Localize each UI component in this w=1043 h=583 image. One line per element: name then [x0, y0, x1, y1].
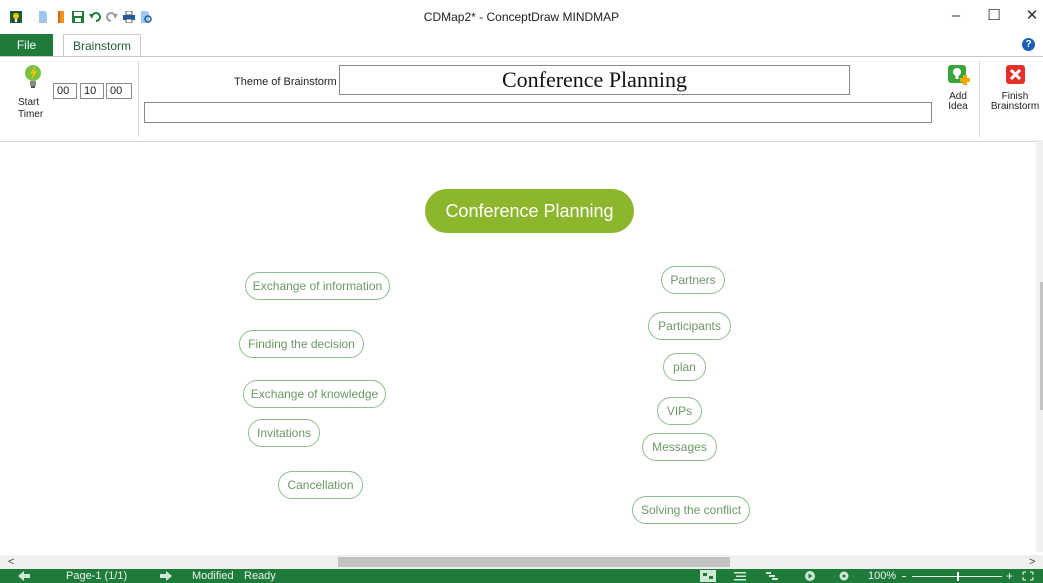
main-topic[interactable]: Conference Planning [425, 189, 634, 233]
idea-input[interactable] [144, 102, 932, 123]
next-page-icon[interactable] [160, 571, 172, 581]
timer-hours-field[interactable]: 00 [53, 83, 77, 99]
modified-status: Modified [192, 570, 234, 582]
horizontal-scrollbar[interactable]: < > [0, 555, 1043, 569]
horizontal-scroll-thumb[interactable] [338, 557, 730, 567]
start-timer-label-2: Timer [18, 109, 44, 120]
idea-node[interactable]: Participants [648, 312, 731, 340]
idea-node[interactable]: Invitations [248, 419, 320, 447]
start-timer-label-1: Start [18, 97, 40, 108]
fit-page-icon[interactable] [1022, 571, 1034, 581]
map-view-icon[interactable] [700, 570, 716, 582]
zoom-out-icon[interactable] [902, 576, 906, 577]
start-timer-button[interactable]: Start Timer [18, 63, 54, 120]
idea-node[interactable]: Messages [642, 433, 717, 461]
theme-label: Theme of Brainstorm [234, 76, 337, 88]
theme-input[interactable]: Conference Planning [339, 65, 850, 95]
gantt-view-icon[interactable] [766, 571, 778, 581]
idea-node[interactable]: Partners [661, 266, 725, 294]
maximize-button[interactable]: ☐ [982, 6, 1006, 26]
ribbon-separator [979, 61, 980, 137]
timer-seconds-field[interactable]: 00 [106, 83, 132, 99]
timer-minutes-field[interactable]: 10 [80, 83, 104, 99]
settings-gear-icon[interactable] [838, 571, 850, 581]
zoom-level: 100% [868, 570, 897, 582]
idea-node[interactable]: plan [663, 353, 706, 381]
idea-node[interactable]: Exchange of knowledge [243, 380, 386, 408]
ribbon-separator [138, 61, 139, 137]
idea-node[interactable]: Solving the conflict [632, 496, 750, 524]
ready-status: Ready [244, 570, 276, 582]
idea-node[interactable]: VIPs [657, 397, 702, 425]
finish-close-icon [1006, 65, 1025, 84]
window-title: CDMap2* - ConceptDraw MINDMAP [423, 10, 620, 24]
add-idea-icon [948, 65, 970, 85]
app-window: CDMap2* - ConceptDraw MINDMAP – ☐ ✕ File… [0, 0, 1043, 583]
tab-brainstorm[interactable]: Brainstorm [63, 34, 141, 57]
zoom-slider-thumb[interactable] [957, 572, 959, 581]
previous-page-icon[interactable] [18, 571, 30, 581]
idea-node[interactable]: Cancellation [278, 471, 363, 499]
title-bar: CDMap2* - ConceptDraw MINDMAP – ☐ ✕ [0, 0, 1043, 34]
scroll-right-arrow[interactable]: > [1029, 555, 1035, 569]
finish-brainstorm-button[interactable]: Finish Brainstorm [989, 63, 1041, 112]
lightbulb-timer-icon [25, 65, 41, 88]
minimize-button[interactable]: – [944, 6, 968, 26]
add-idea-label-2: Idea [948, 101, 968, 112]
close-window-button[interactable]: ✕ [1020, 6, 1043, 26]
idea-node[interactable]: Finding the decision [239, 330, 364, 358]
status-bar: Page-1 (1/1) Modified Ready 100% + [0, 569, 1043, 583]
finish-label-2: Brainstorm [990, 101, 1040, 112]
help-icon[interactable]: ? [1022, 38, 1035, 51]
tab-file[interactable]: File [0, 34, 53, 56]
page-indicator: Page-1 (1/1) [66, 570, 128, 582]
presentation-play-icon[interactable] [804, 571, 816, 581]
idea-node[interactable]: Exchange of information [245, 272, 390, 300]
zoom-in-icon[interactable]: + [1006, 569, 1013, 583]
ribbon-panel: Start Timer 00 10 00 Theme of Brainstorm… [0, 56, 1043, 142]
ribbon-tabs: File Brainstorm ? [0, 34, 1043, 57]
outline-view-icon[interactable] [734, 571, 746, 581]
scroll-left-arrow[interactable]: < [8, 555, 14, 569]
add-idea-button[interactable]: Add Idea [944, 63, 972, 112]
